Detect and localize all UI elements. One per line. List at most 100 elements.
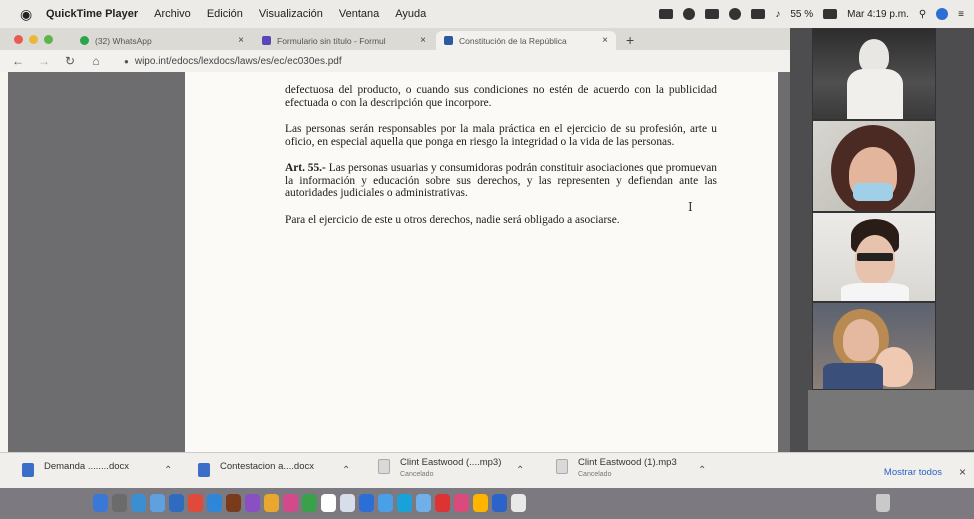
dock-app-icon[interactable]	[283, 494, 298, 512]
close-downloads-icon[interactable]: ×	[959, 465, 966, 479]
close-window-icon[interactable]	[14, 35, 23, 44]
reload-icon[interactable]: ↻	[62, 54, 78, 68]
dock-app-icon[interactable]	[378, 494, 393, 512]
dock-app-icon[interactable]	[397, 494, 412, 512]
menu-visualizacion[interactable]: Visualización	[259, 8, 323, 20]
status-area: ♪ 55 % Mar 4:19 p.m. ⚲ ≡	[659, 0, 964, 28]
status-icon-1[interactable]	[659, 9, 674, 19]
chevron-up-icon[interactable]: ⌃	[342, 465, 350, 476]
participant-face	[843, 319, 879, 361]
menu-archivo[interactable]: Archivo	[154, 8, 191, 20]
document-text: defectuosa del producto, o cuando sus co…	[285, 84, 717, 240]
download-item[interactable]: Contestacion a....docx ⌃	[198, 461, 350, 477]
download-item[interactable]: Demanda ........docx ⌃	[22, 461, 172, 477]
chevron-up-icon[interactable]: ⌃	[516, 465, 524, 476]
minimize-window-icon[interactable]	[29, 35, 38, 44]
menu-ventana[interactable]: Ventana	[339, 8, 379, 20]
dock-app-icon[interactable]	[302, 494, 317, 512]
back-icon[interactable]: ←	[10, 54, 26, 68]
status-icon-2[interactable]	[683, 8, 696, 20]
tab-constitucion[interactable]: Constitución de la República ×	[436, 31, 616, 50]
dock-app-icon[interactable]	[321, 494, 336, 512]
close-tab-icon[interactable]: ×	[602, 35, 608, 46]
tab-label: (32) WhatsApp	[95, 35, 152, 46]
dock-app-icon[interactable]	[226, 494, 241, 512]
paragraph-art-55: Art. 55.- Las personas usuarias y consum…	[285, 162, 717, 200]
home-icon[interactable]: ⌂	[88, 54, 104, 68]
word-doc-icon	[198, 463, 210, 477]
dock-app-icon[interactable]	[492, 494, 507, 512]
dock-app-icon[interactable]	[207, 494, 222, 512]
dock-app-icon[interactable]	[454, 494, 469, 512]
clock[interactable]: Mar 4:19 p.m.	[847, 9, 909, 20]
dock-app-icon[interactable]	[188, 494, 203, 512]
video-tile-1[interactable]	[812, 28, 936, 120]
dock-app-icon[interactable]	[340, 494, 355, 512]
download-item[interactable]: Clint Eastwood (1).mp3 Cancelado ⌃	[556, 457, 706, 478]
siri-icon[interactable]	[936, 8, 949, 20]
download-item[interactable]: Clint Eastwood (....mp3) Cancelado ⌃	[378, 457, 524, 478]
dock-app-icon[interactable]	[473, 494, 488, 512]
dock-app-icon[interactable]	[169, 494, 184, 512]
menu-edicion[interactable]: Edición	[207, 8, 243, 20]
battery-icon[interactable]	[823, 9, 838, 19]
whatsapp-icon	[80, 36, 89, 45]
paragraph-1: defectuosa del producto, o cuando sus co…	[285, 84, 717, 109]
battery-percent[interactable]: 55 %	[790, 9, 813, 20]
show-all-downloads-link[interactable]: Mostrar todos	[884, 467, 942, 478]
zoom-window-icon[interactable]	[44, 35, 53, 44]
article-text: Las personas usuarias y consumidoras pod…	[285, 162, 717, 199]
dock-app-icon[interactable]	[435, 494, 450, 512]
forward-icon[interactable]: →	[36, 54, 52, 68]
video-call-panel	[790, 28, 974, 452]
menu-ayuda[interactable]: Ayuda	[395, 8, 426, 20]
dock-app-icon[interactable]	[112, 494, 127, 512]
download-text: Clint Eastwood (1).mp3 Cancelado	[578, 457, 677, 478]
chevron-up-icon[interactable]: ⌃	[698, 465, 706, 476]
downloads-bar: Demanda ........docx ⌃ Contestacion a...…	[0, 452, 974, 489]
dock-app-icon[interactable]	[93, 494, 108, 512]
close-tab-icon[interactable]: ×	[420, 35, 426, 46]
tab-whatsapp[interactable]: (32) WhatsApp ×	[72, 31, 252, 50]
dock-app-icon[interactable]	[150, 494, 165, 512]
participant-body	[841, 283, 909, 301]
face-mask	[853, 183, 893, 201]
video-tile-3[interactable]	[812, 212, 936, 302]
dock	[0, 488, 974, 519]
download-name: Contestacion a....docx	[220, 461, 314, 472]
download-text: Clint Eastwood (....mp3) Cancelado	[400, 457, 501, 478]
chevron-up-icon[interactable]: ⌃	[164, 465, 172, 476]
wifi-icon[interactable]	[729, 8, 742, 20]
lock-icon[interactable]: ●	[124, 57, 129, 66]
forms-icon	[262, 36, 271, 45]
close-tab-icon[interactable]: ×	[238, 35, 244, 46]
pdf-icon	[444, 36, 453, 45]
dock-app-icon[interactable]	[416, 494, 431, 512]
search-icon[interactable]: ⚲	[919, 9, 926, 20]
airplay-icon[interactable]	[751, 9, 766, 19]
volume-icon[interactable]: ♪	[775, 9, 780, 20]
article-label: Art. 55.-	[285, 162, 326, 174]
apple-icon[interactable]: ◉	[20, 6, 36, 23]
participant-body	[823, 363, 883, 389]
word-doc-icon	[22, 463, 34, 477]
trash-icon[interactable]	[876, 494, 890, 512]
control-center-icon[interactable]: ≡	[958, 9, 964, 20]
new-tab-button[interactable]: +	[626, 32, 634, 48]
dock-app-icon[interactable]	[245, 494, 260, 512]
participant-body	[847, 69, 903, 119]
menu-app-name[interactable]: QuickTime Player	[46, 8, 138, 20]
video-tile-2[interactable]	[812, 120, 936, 212]
dock-app-icon[interactable]	[511, 494, 526, 512]
video-tile-empty	[808, 390, 974, 450]
window-controls	[14, 35, 53, 44]
download-name: Clint Eastwood (....mp3)	[400, 457, 502, 468]
video-tile-4[interactable]	[812, 302, 936, 390]
dock-app-icon[interactable]	[359, 494, 374, 512]
tab-label: Constitución de la República	[459, 35, 567, 46]
tab-formulario[interactable]: Formulario sin título - Formul ×	[254, 31, 434, 50]
status-icon-3[interactable]	[705, 9, 720, 19]
dock-app-icon[interactable]	[264, 494, 279, 512]
url-field[interactable]: wipo.int/edocs/lexdocs/laws/es/ec/ec030e…	[135, 56, 342, 67]
dock-app-icon[interactable]	[131, 494, 146, 512]
